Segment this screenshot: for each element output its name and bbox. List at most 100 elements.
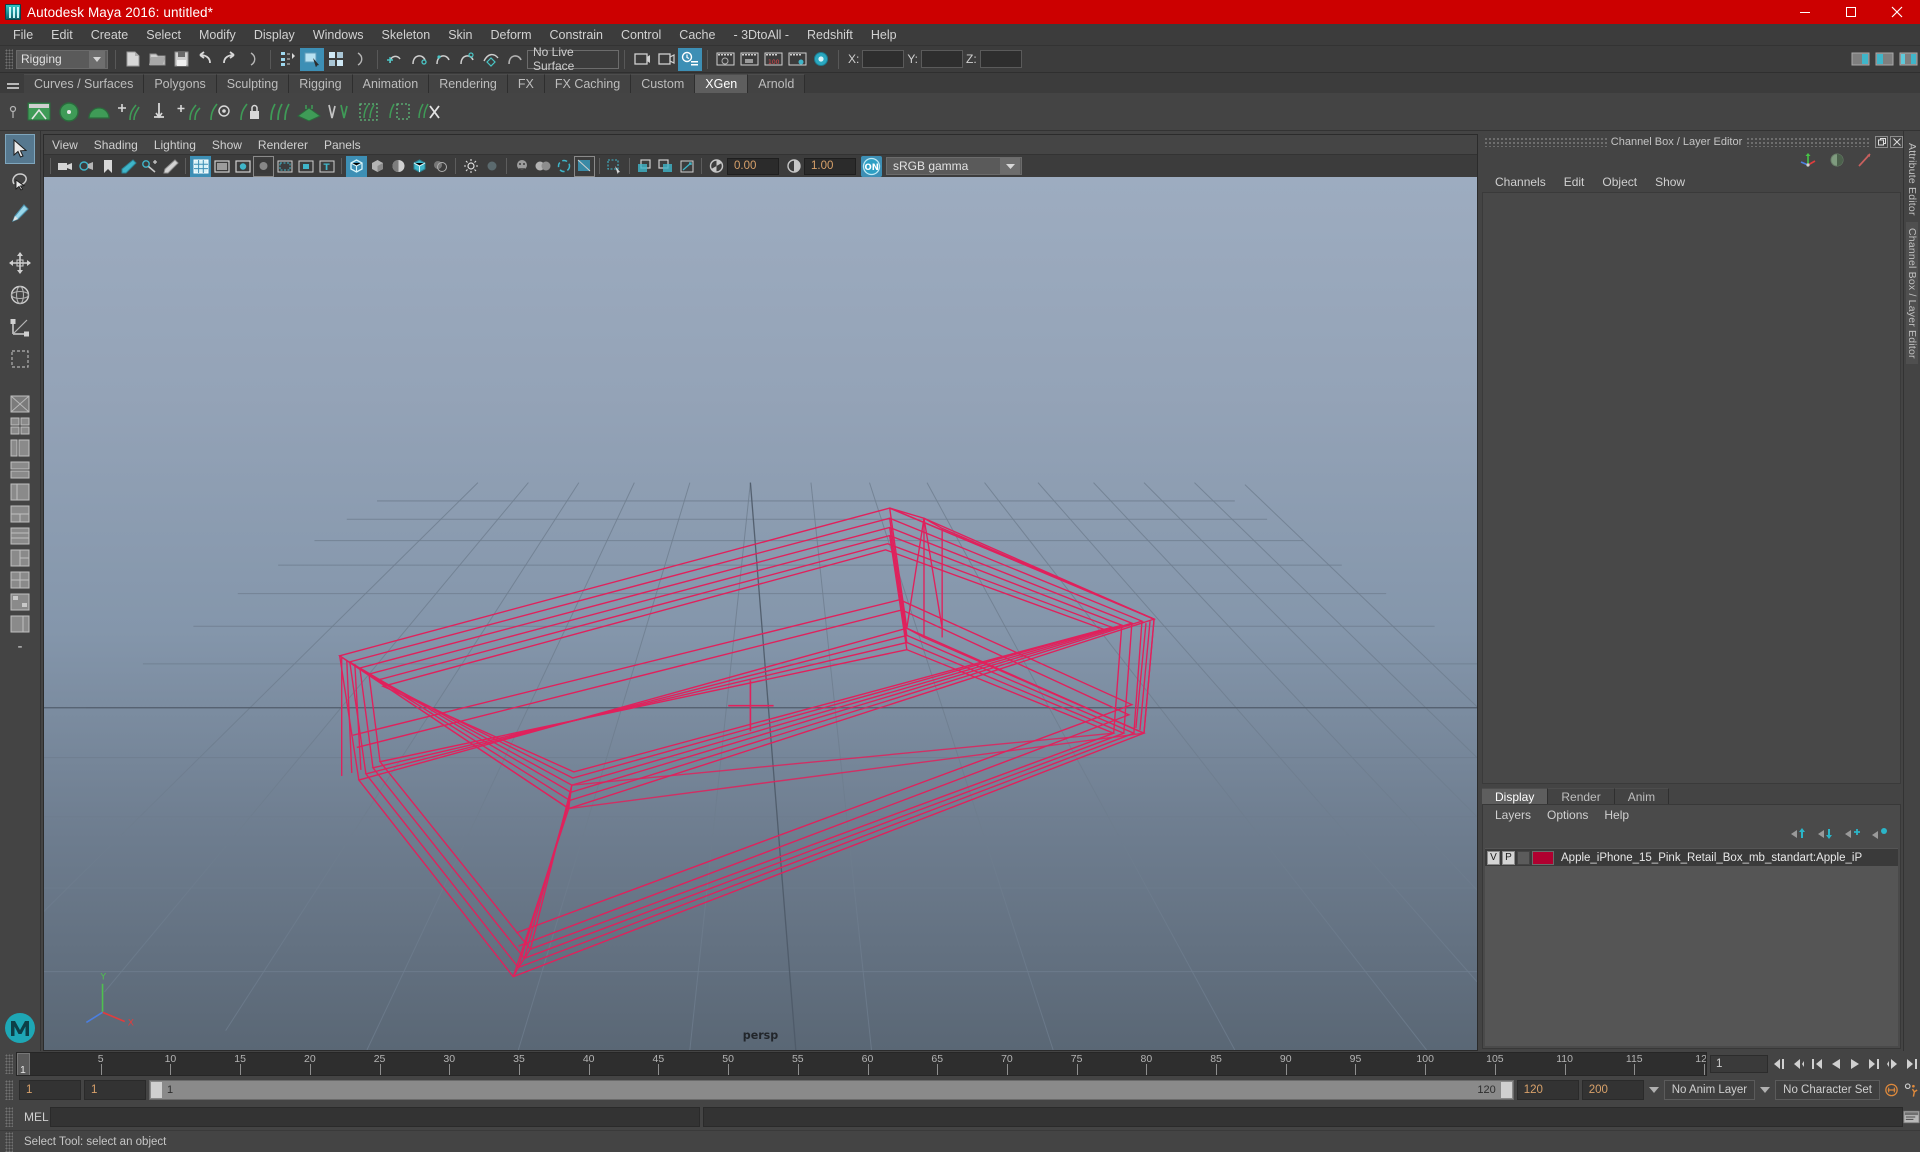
menu-constrain[interactable]: Constrain xyxy=(541,25,613,45)
layer-color-swatch[interactable] xyxy=(1532,850,1554,865)
new-scene-icon[interactable] xyxy=(121,48,145,71)
xgen-lock-guide-icon[interactable] xyxy=(234,95,264,129)
time-slider-grip[interactable] xyxy=(5,1054,13,1074)
tool-line-icon[interactable] xyxy=(1857,152,1873,171)
go-to-end-icon[interactable] xyxy=(1903,1054,1920,1074)
menu-skin[interactable]: Skin xyxy=(439,25,481,45)
layer-tab-anim[interactable]: Anim xyxy=(1614,788,1670,804)
layer-menu-layers[interactable]: Layers xyxy=(1487,807,1539,823)
lasso-select-tool[interactable] xyxy=(5,166,35,196)
quick-layout-minus-button[interactable]: - xyxy=(7,636,33,656)
viewport-menu-lighting[interactable]: Lighting xyxy=(146,137,204,153)
range-slider-grip[interactable] xyxy=(5,1080,13,1100)
menu-set-selector[interactable]: Rigging xyxy=(16,49,108,69)
default-light-icon[interactable] xyxy=(460,156,481,177)
open-render-setup-icon[interactable]: 100 xyxy=(761,48,785,71)
exposure-icon[interactable] xyxy=(706,156,727,177)
xgen-comb-icon[interactable] xyxy=(264,95,294,129)
range-start-input[interactable]: 1 xyxy=(19,1080,81,1100)
color-management-toggle-icon[interactable]: ON xyxy=(861,155,882,177)
xgen-surface-icon[interactable] xyxy=(294,95,324,129)
channel-box-content[interactable] xyxy=(1482,192,1901,784)
side-tab-channel-box[interactable]: Channel Box / Layer Editor xyxy=(1906,221,1918,365)
close-icon[interactable] xyxy=(1874,0,1920,24)
xgen-dome-icon[interactable] xyxy=(84,95,114,129)
layer-playback-toggle[interactable]: P xyxy=(1502,850,1515,865)
move-tool[interactable] xyxy=(5,248,35,278)
last-tool-used[interactable] xyxy=(5,344,35,374)
snap-to-projected-center-icon[interactable] xyxy=(455,48,479,71)
menu-3dtoall[interactable]: - 3DtoAll - xyxy=(724,25,798,45)
menu-control[interactable]: Control xyxy=(612,25,670,45)
wireframe-icon[interactable] xyxy=(346,155,367,177)
menu-cache[interactable]: Cache xyxy=(670,25,724,45)
single-perspective-layout[interactable] xyxy=(7,394,33,414)
select-tool[interactable] xyxy=(5,134,35,164)
command-input[interactable] xyxy=(50,1106,700,1127)
chevron-down-icon[interactable] xyxy=(1758,1080,1772,1100)
step-back-frame-icon[interactable] xyxy=(1808,1054,1825,1074)
three-pane-split-left-layout[interactable] xyxy=(7,548,33,568)
menu-select[interactable]: Select xyxy=(137,25,190,45)
grease-pencil-icon[interactable] xyxy=(160,156,181,177)
layer-list-item[interactable]: V P Apple_iPhone_15_Pink_Retail_Box_mb_s… xyxy=(1485,849,1898,866)
render-settings-icon[interactable] xyxy=(713,48,737,71)
current-time-indicator[interactable]: 1 xyxy=(17,1053,30,1075)
minimize-icon[interactable] xyxy=(1782,0,1828,24)
layer-menu-help[interactable]: Help xyxy=(1596,807,1637,823)
film-gate-icon[interactable] xyxy=(211,156,232,177)
x-input[interactable] xyxy=(862,50,905,68)
menu-deform[interactable]: Deform xyxy=(482,25,541,45)
shelf-tab-animation[interactable]: Animation xyxy=(352,74,430,93)
persp-graph-layout[interactable] xyxy=(7,460,33,480)
layer-tab-display[interactable]: Display xyxy=(1482,788,1549,804)
viewport-menu-view[interactable]: View xyxy=(44,137,86,153)
2d-pan-zoom-icon[interactable] xyxy=(139,156,160,177)
snap-to-grid-icon[interactable] xyxy=(383,48,407,71)
menu-expand-right-icon[interactable] xyxy=(348,48,372,71)
panel-drag-dots-left[interactable] xyxy=(1484,137,1607,147)
toolbar-grip[interactable] xyxy=(5,49,13,69)
open-scene-icon[interactable] xyxy=(145,48,169,71)
sidebar-attribute-editor-icon[interactable] xyxy=(1848,48,1872,71)
open-outliner-icon[interactable] xyxy=(809,48,833,71)
viewport-menu-shading[interactable]: Shading xyxy=(86,137,146,153)
layer-list[interactable]: V P Apple_iPhone_15_Pink_Retail_Box_mb_s… xyxy=(1485,848,1898,1046)
shelf-options-icon[interactable] xyxy=(2,94,24,130)
range-current-input[interactable]: 1 xyxy=(84,1080,146,1100)
layer-tab-render[interactable]: Render xyxy=(1548,788,1615,804)
use-all-lights-icon[interactable] xyxy=(409,156,430,177)
select-by-hierarchy-icon[interactable] xyxy=(276,48,300,71)
play-forwards-icon[interactable] xyxy=(1846,1054,1863,1074)
range-end-input[interactable]: 120 xyxy=(1516,1080,1579,1100)
select-camera-icon[interactable] xyxy=(55,156,76,177)
xray-icon[interactable] xyxy=(604,156,625,177)
exposure-value[interactable]: 0.00 xyxy=(727,157,779,175)
save-scene-icon[interactable] xyxy=(169,48,193,71)
smooth-shade-all-icon[interactable] xyxy=(367,156,388,177)
playback-preferences-icon[interactable] xyxy=(1903,1080,1920,1100)
safe-title-icon[interactable]: T xyxy=(316,156,337,177)
xgen-sphere-icon[interactable] xyxy=(54,95,84,129)
menu-skeleton[interactable]: Skeleton xyxy=(373,25,440,45)
close-icon[interactable] xyxy=(1890,136,1903,148)
channelbox-menu-channels[interactable]: Channels xyxy=(1486,174,1555,190)
shelf-tab-fx[interactable]: FX xyxy=(507,74,545,93)
xray-active-components-icon[interactable] xyxy=(655,156,676,177)
menu-edit[interactable]: Edit xyxy=(42,25,82,45)
gamma-value[interactable]: 1.00 xyxy=(804,157,856,175)
menu-create[interactable]: Create xyxy=(82,25,138,45)
y-input[interactable] xyxy=(921,50,964,68)
ipr-render-icon[interactable] xyxy=(678,47,702,71)
scale-tool[interactable] xyxy=(5,312,35,342)
menu-file[interactable]: File xyxy=(4,25,42,45)
isolate-select-icon[interactable] xyxy=(574,155,595,177)
persp-outliner-layout[interactable] xyxy=(7,438,33,458)
xgen-delete-icon[interactable] xyxy=(414,95,444,129)
undo-icon[interactable] xyxy=(193,48,217,71)
three-pane-split-top-layout[interactable] xyxy=(7,526,33,546)
maximize-icon[interactable] xyxy=(1828,0,1874,24)
hypershade-layout[interactable] xyxy=(7,592,33,612)
shelf-tab-sculpting[interactable]: Sculpting xyxy=(216,74,290,93)
rotate-tool[interactable] xyxy=(5,280,35,310)
